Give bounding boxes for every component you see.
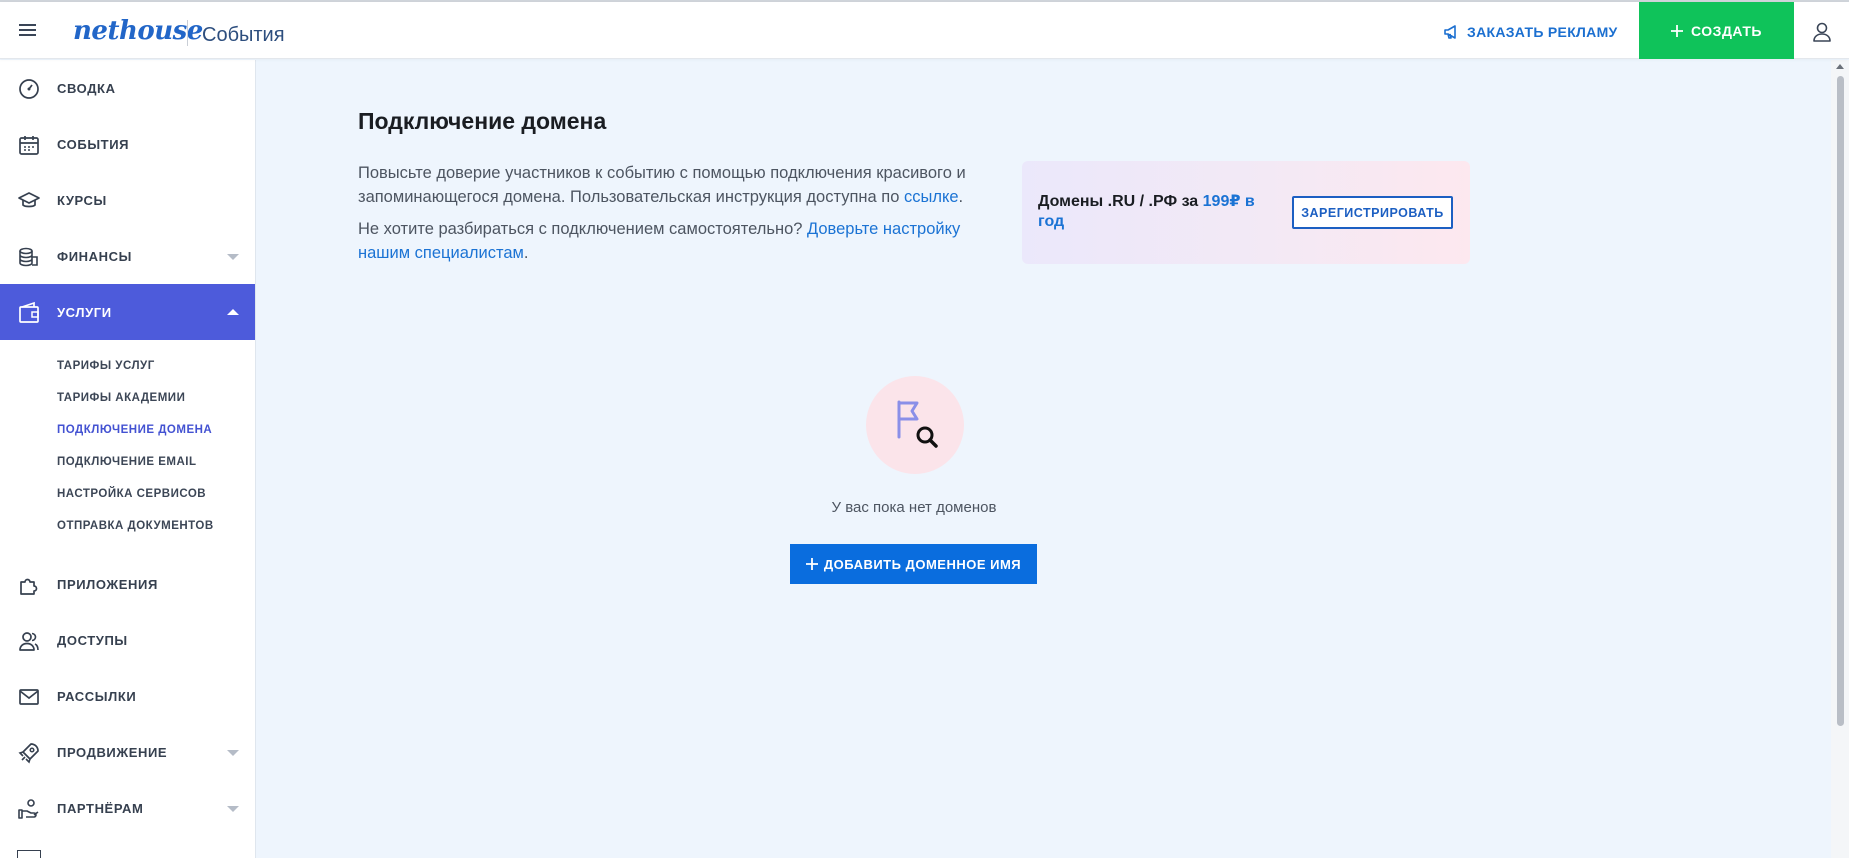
coins-icon xyxy=(19,247,38,267)
create-button[interactable]: СОЗДАТЬ xyxy=(1639,2,1794,59)
sidebar-item-courses[interactable]: КУРСЫ xyxy=(0,172,255,228)
envelope-icon xyxy=(19,689,39,705)
sidebar-item-label: РАССЫЛКИ xyxy=(57,688,137,704)
sidebar-subitem-documents-sending[interactable]: ОТПРАВКА ДОКУМЕНТОВ xyxy=(57,520,214,532)
sidebar-item-summary[interactable]: СВОДКА xyxy=(0,60,255,116)
users-icon xyxy=(19,632,39,651)
add-domain-button[interactable]: ДОБАВИТЬ ДОМЕННОЕ ИМЯ xyxy=(790,544,1037,584)
empty-state-text: У вас пока нет доменов xyxy=(831,499,997,516)
description-instructions: Повысьте доверие участников к событию с … xyxy=(358,161,978,209)
description-specialists: Не хотите разбираться с подключением сам… xyxy=(358,217,978,265)
sidebar-item-label: СОБЫТИЯ xyxy=(57,136,130,152)
plus-icon xyxy=(1671,24,1684,37)
logo-divider xyxy=(187,20,188,46)
user-icon[interactable] xyxy=(1810,20,1834,44)
top-header: nethouse События ЗАКАЗАТЬ РЕКЛАМУ СОЗДАТ… xyxy=(0,2,1849,59)
megaphone-icon xyxy=(1444,25,1456,39)
handshake-icon xyxy=(18,799,39,819)
wallet-icon xyxy=(19,301,39,323)
section-title[interactable]: События xyxy=(202,24,285,47)
domain-promo-banner: Домены .RU / .РФ за 199₽ в год ЗАРЕГИСТР… xyxy=(1022,161,1470,264)
main-content: Подключение домена Повысьте доверие учас… xyxy=(256,60,1831,858)
graduation-cap-icon xyxy=(18,192,40,208)
rocket-icon xyxy=(18,743,39,764)
register-domain-button[interactable]: ЗАРЕГИСТРИРОВАТЬ xyxy=(1292,196,1453,229)
sidebar-subitem-services-settings[interactable]: НАСТРОЙКА СЕРВИСОВ xyxy=(57,488,206,500)
sidebar-item-label: КУРСЫ xyxy=(57,192,107,208)
promo-label: Домены .RU / .РФ за xyxy=(1038,193,1203,210)
puzzle-icon xyxy=(20,578,38,595)
sidebar-item-access[interactable]: ДОСТУПЫ xyxy=(0,612,255,668)
sidebar-subitem-email-connection[interactable]: ПОДКЛЮЧЕНИЕ EMAIL xyxy=(57,456,197,468)
order-ad-link[interactable]: ЗАКАЗАТЬ РЕКЛАМУ xyxy=(1443,24,1618,40)
add-domain-label: ДОБАВИТЬ ДОМЕННОЕ ИМЯ xyxy=(823,556,1022,572)
sidebar-item-mailings[interactable]: РАССЫЛКИ xyxy=(0,668,255,724)
sidebar-item-events[interactable]: СОБЫТИЯ xyxy=(0,116,255,172)
empty-state-badge xyxy=(866,376,964,474)
nethouse-logo[interactable]: nethouse xyxy=(73,16,203,46)
scroll-thumb[interactable] xyxy=(1837,76,1844,726)
sidebar-item-label: ПАРТНЁРАМ xyxy=(57,800,144,816)
description-text: Не хотите разбираться с подключением сам… xyxy=(358,220,808,238)
chevron-up-icon xyxy=(227,309,239,315)
description-text: Повысьте доверие участников к событию с … xyxy=(358,164,966,206)
calendar-icon xyxy=(19,136,39,155)
order-ad-label: ЗАКАЗАТЬ РЕКЛАМУ xyxy=(1467,24,1618,40)
sidebar-subitem-domain-connection[interactable]: ПОДКЛЮЧЕНИЕ ДОМЕНА xyxy=(57,424,212,436)
promo-text: Домены .RU / .РФ за 199₽ в год xyxy=(1038,192,1258,232)
sidebar-item-finances[interactable]: ФИНАНСЫ xyxy=(0,228,255,284)
flag-search-icon xyxy=(897,400,938,448)
plus-icon xyxy=(805,558,818,570)
chevron-down-icon xyxy=(227,254,239,260)
sidebar-item-label: ПРОДВИЖЕНИЕ xyxy=(57,744,168,760)
hamburger-icon[interactable] xyxy=(19,21,39,39)
chevron-down-icon xyxy=(227,806,239,812)
instruction-link[interactable]: ссылке xyxy=(904,188,959,206)
sidebar-item-label: ПРИЛОЖЕНИЯ xyxy=(57,576,158,592)
partial-nav-icon xyxy=(17,850,41,858)
sidebar-item-partners[interactable]: ПАРТНЁРАМ xyxy=(0,780,255,836)
punctuation: . xyxy=(958,188,964,206)
sidebar-item-label: ФИНАНСЫ xyxy=(57,248,132,264)
scroll-up-arrow-icon[interactable] xyxy=(1836,64,1844,69)
chevron-down-icon xyxy=(227,750,239,756)
sidebar-subitem-service-tariffs[interactable]: ТАРИФЫ УСЛУГ xyxy=(57,360,155,372)
sidebar-item-promotion[interactable]: ПРОДВИЖЕНИЕ xyxy=(0,724,255,780)
sidebar-item-label: УСЛУГИ xyxy=(57,304,112,320)
sidebar-subitem-academy-tariffs[interactable]: ТАРИФЫ АКАДЕМИИ xyxy=(57,392,185,404)
sidebar-item-services[interactable]: УСЛУГИ xyxy=(0,284,255,340)
page-title: Подключение домена xyxy=(358,108,607,134)
sidebar-item-label: СВОДКА xyxy=(57,80,116,96)
punctuation: . xyxy=(523,244,529,262)
sidebar: СВОДКА СОБЫТИЯ КУРСЫ ФИНАНСЫ УСЛУГИ ТАРИ… xyxy=(0,60,256,858)
create-button-label: СОЗДАТЬ xyxy=(1691,22,1762,39)
vertical-scrollbar[interactable] xyxy=(1831,60,1849,858)
sidebar-item-label: ДОСТУПЫ xyxy=(57,632,128,648)
gauge-icon xyxy=(19,79,39,99)
sidebar-item-apps[interactable]: ПРИЛОЖЕНИЯ xyxy=(0,556,255,612)
